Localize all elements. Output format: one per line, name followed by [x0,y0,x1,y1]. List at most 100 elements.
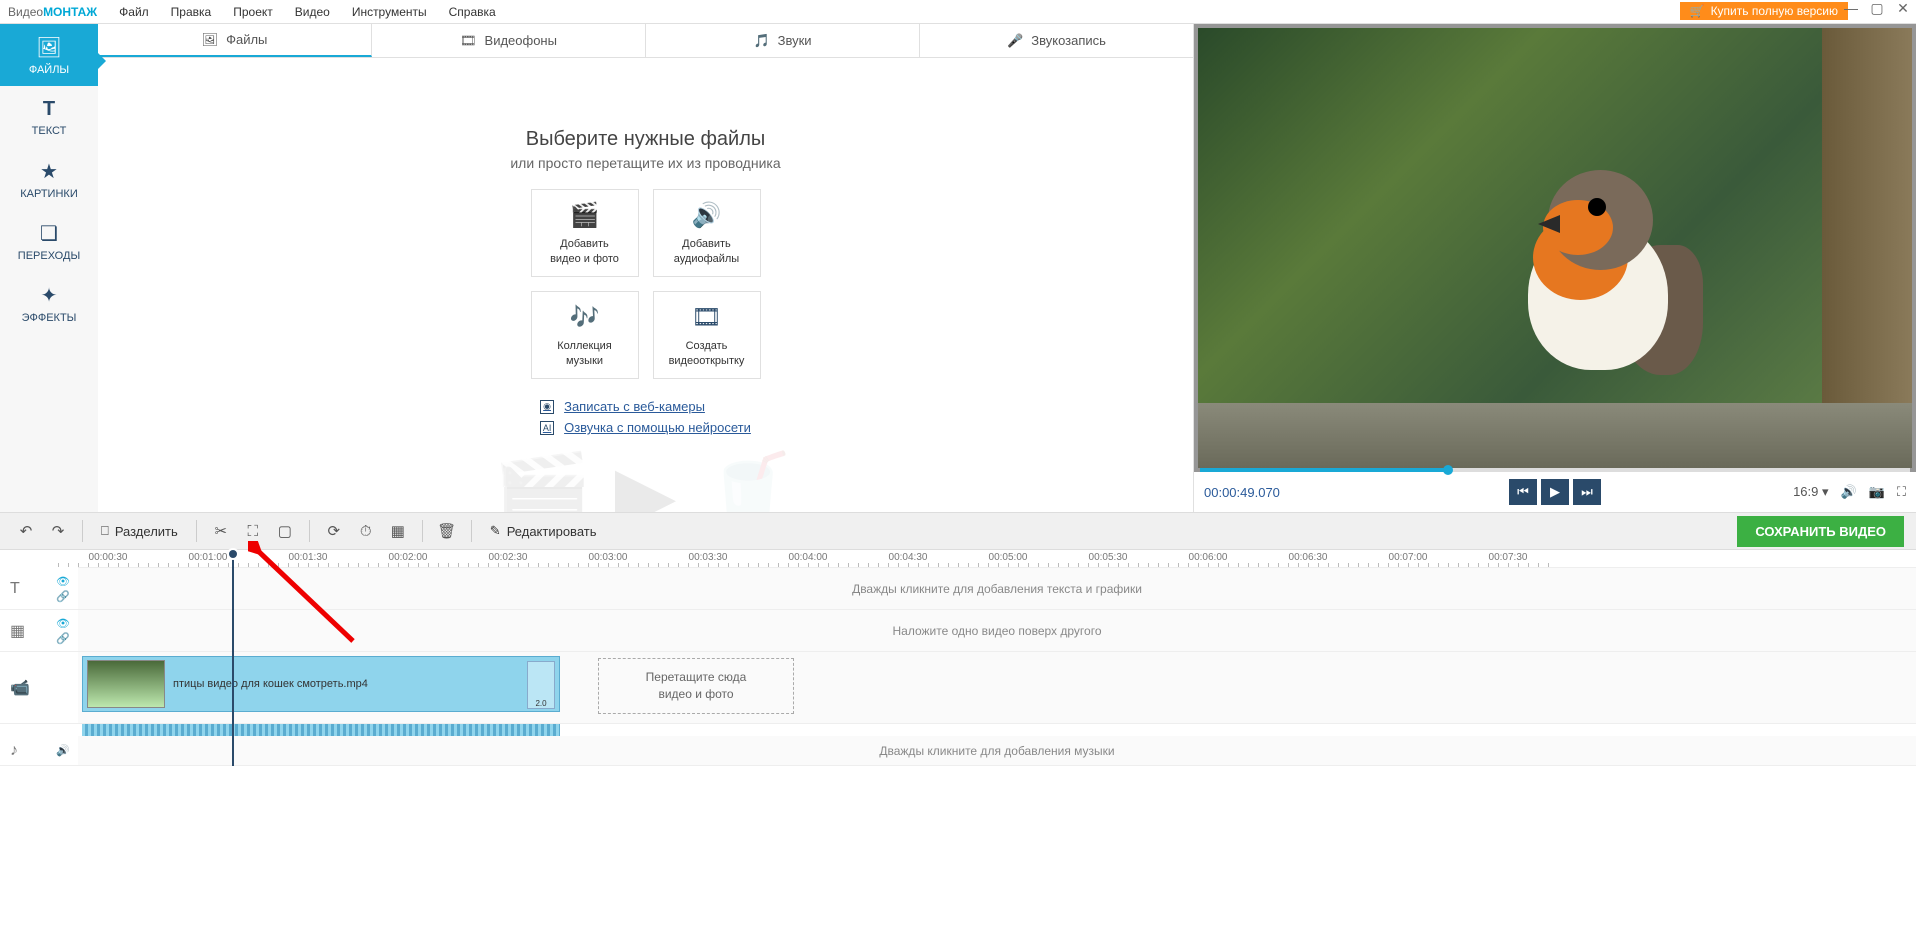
ruler-mark: 00:01:00 [189,552,228,563]
save-video-button[interactable]: СОХРАНИТЬ ВИДЕО [1737,516,1904,547]
webcam-icon: ◉ [540,400,554,414]
preview-controls: 00:00:49.070 ⏮ ▶ ⏭ 16:9 ▾ 🔊 📷 ⛶ [1194,472,1916,512]
overlay-track: ▦ 👁 🔗 Наложите одно видео поверх другого [0,610,1916,652]
sidebar-files-label: ФАЙЛЫ [29,64,69,76]
layers-icon: ❏ [40,221,58,246]
ruler-mark: 00:02:00 [389,552,428,563]
trim-button[interactable]: ▢ [271,517,299,545]
progress-bar[interactable] [1200,468,1910,472]
sidebar-text[interactable]: T ТЕКСТ [0,86,98,148]
edit-button[interactable]: ✎Редактировать [482,517,605,545]
redo-button[interactable]: ↷ [44,517,72,545]
text-track-icon: T [10,580,20,598]
snapshot-icon[interactable]: 📷 [1869,484,1885,500]
ruler-mark: 00:07:30 [1489,552,1528,563]
visibility-icon[interactable]: 👁 [56,617,70,630]
buy-full-version-button[interactable]: 🛒 Купить полную версию [1680,2,1848,20]
crop-button[interactable]: ⛶ [239,517,267,545]
wand-icon: ✦ [41,283,58,308]
menu-help[interactable]: Справка [449,5,496,19]
sidebar-transitions-label: ПЕРЕХОДЫ [18,250,80,262]
playhead[interactable] [232,550,234,766]
ai-icon: AI [540,421,554,435]
drop-zone[interactable]: Перетащите сюда видео и фото [598,658,794,714]
text-track-placeholder: Дважды кликните для добавления текста и … [852,582,1142,596]
maximize-button[interactable]: ▢ [1868,0,1886,17]
timeline-ruler[interactable]: 00:00:3000:01:0000:01:3000:02:0000:02:30… [78,550,1916,568]
ai-voice-link[interactable]: AI Озвучка с помощью нейросети [540,420,751,435]
mute-icon[interactable]: 🔊 [56,744,70,757]
add-audio-card[interactable]: 🔊 Добавитьаудиофайлы [653,189,761,277]
overlay-track-placeholder: Наложите одно видео поверх другого [893,624,1102,638]
tab-files[interactable]: 🖼Файлы [98,24,372,57]
undo-button[interactable]: ↶ [12,517,40,545]
main-track-body[interactable]: птицы видео для кошек смотреть.mp4 2.0 П… [78,652,1916,723]
text-track-body[interactable]: Дважды кликните для добавления текста и … [78,568,1916,609]
video-clip[interactable]: птицы видео для кошек смотреть.mp4 2.0 [82,656,560,712]
volume-icon[interactable]: 🔊 [1841,484,1857,500]
clip-transition-end[interactable]: 2.0 [527,661,555,709]
sidebar-effects[interactable]: ✦ ЭФФЕКТЫ [0,272,98,334]
preview-video[interactable] [1198,28,1912,468]
tab-record[interactable]: 🎤Звукозапись [920,24,1193,57]
minimize-button[interactable]: — [1842,0,1860,17]
star-icon: ★ [40,159,58,184]
split-icon: ⎕ [101,523,109,539]
content-title: Выберите нужные файлы [526,128,766,151]
fullscreen-icon[interactable]: ⛶ [1897,484,1906,500]
ruler-mark: 00:05:00 [989,552,1028,563]
menu-file[interactable]: Файл [119,5,149,19]
ruler-mark: 00:06:00 [1189,552,1228,563]
sidebar-transitions[interactable]: ❏ ПЕРЕХОДЫ [0,210,98,272]
tab-videobg[interactable]: 🎞Видеофоны [372,24,646,57]
mic-icon: 🎤 [1007,33,1023,49]
split-button[interactable]: ⎕Разделить [93,517,186,545]
cut-button[interactable]: ✂ [207,517,235,545]
music-collection-card[interactable]: 🎶 Коллекциямузыки [531,291,639,379]
aspect-dropdown[interactable]: 16:9 ▾ [1793,484,1828,500]
sidebar-pictures-label: КАРТИНКИ [20,188,77,200]
music-icon: 🎶 [570,302,600,333]
clip-thumbnail [87,660,165,708]
sidebar-text-label: ТЕКСТ [32,125,67,137]
sidebar: 🖼 ФАЙЛЫ T ТЕКСТ ★ КАРТИНКИ ❏ ПЕРЕХОДЫ ✦ … [0,24,98,512]
preview-panel: 00:00:49.070 ⏮ ▶ ⏭ 16:9 ▾ 🔊 📷 ⛶ [1194,24,1916,512]
content-body: Выберите нужные файлы или просто перетащ… [98,58,1193,512]
edit-icon: ✎ [490,523,501,539]
add-video-photo-card[interactable]: 🎬 Добавитьвидео и фото [531,189,639,277]
effects-button[interactable]: ▦ [384,517,412,545]
prev-button[interactable]: ⏮ [1509,479,1537,505]
play-button[interactable]: ▶ [1541,479,1569,505]
rotate-button[interactable]: ⟳ [320,517,348,545]
tab-sounds[interactable]: 🎵Звуки [646,24,920,57]
record-webcam-link[interactable]: ◉ Записать с веб-камеры [540,399,751,414]
menu-video[interactable]: Видео [295,5,330,19]
menu-edit[interactable]: Правка [171,5,212,19]
timeline: 00:00:3000:01:0000:01:3000:02:0000:02:30… [0,550,1916,766]
next-button[interactable]: ⏭ [1573,479,1601,505]
music-track-body[interactable]: Дважды кликните для добавления музыки [78,736,1916,765]
menu-project[interactable]: Проект [233,5,273,19]
postcard-icon: 🎞 [691,302,721,333]
transition-track[interactable] [82,724,560,736]
speed-button[interactable]: ⏱ [352,517,380,545]
ruler-mark: 00:03:00 [589,552,628,563]
sidebar-pictures[interactable]: ★ КАРТИНКИ [0,148,98,210]
overlay-track-body[interactable]: Наложите одно видео поверх другого [78,610,1916,651]
link-icon[interactable]: 🔗 [56,632,70,645]
close-button[interactable]: ✕ [1894,0,1912,17]
ruler-mark: 00:00:30 [89,552,128,563]
ruler-mark: 00:02:30 [489,552,528,563]
sidebar-files[interactable]: 🖼 ФАЙЛЫ [0,24,98,86]
ruler-mark: 00:05:30 [1089,552,1128,563]
menu-tools[interactable]: Инструменты [352,5,427,19]
visibility-icon[interactable]: 👁 [56,575,70,588]
image-icon: 🖼 [36,35,61,60]
window-controls: — ▢ ✕ [1842,0,1912,17]
link-icon[interactable]: 🔗 [56,590,70,603]
delete-button[interactable]: 🗑 [433,517,461,545]
overlay-track-icon: ▦ [10,621,25,641]
text-icon: T [43,98,55,121]
video-postcard-card[interactable]: 🎞 Создатьвидеооткрытку [653,291,761,379]
video-track-icon: 📹 [10,678,30,698]
